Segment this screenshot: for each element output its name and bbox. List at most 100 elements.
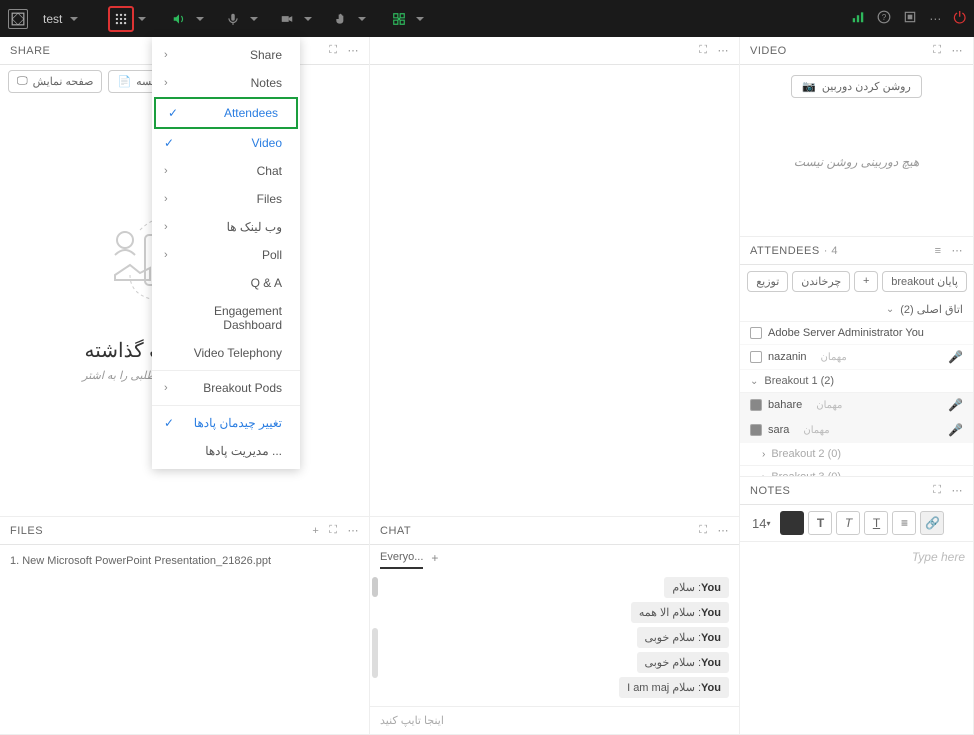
- chat-add-tab-icon[interactable]: +: [431, 551, 438, 569]
- checkbox-icon[interactable]: [750, 424, 762, 436]
- dd-weblinks[interactable]: ›وب لینک ها: [152, 213, 300, 241]
- mic-caret-icon[interactable]: [250, 17, 258, 21]
- chat-scroll-up[interactable]: [372, 577, 378, 597]
- layouts-caret-icon[interactable]: [138, 17, 146, 21]
- att-view-icon[interactable]: ≡: [935, 245, 942, 257]
- breakout1-group[interactable]: ⌄Breakout 1 (2): [740, 370, 973, 393]
- attendee-row[interactable]: sara مهمان 🎤: [740, 418, 973, 443]
- add-breakout-button[interactable]: +: [854, 271, 878, 292]
- dd-notes[interactable]: ›Notes: [152, 69, 300, 97]
- attendees-header: ATTENDEES: [750, 245, 820, 257]
- bullets-button[interactable]: ≡: [892, 511, 916, 535]
- pods-dropdown: ›Share ›Notes ✓Attendees ✓Video ›Chat ›F…: [152, 37, 300, 469]
- notes-max-icon[interactable]: ⛶: [933, 484, 941, 497]
- underline-button[interactable]: T: [864, 511, 888, 535]
- doc-icon: 📄: [117, 75, 131, 88]
- more-icon[interactable]: ⋯: [929, 12, 941, 26]
- dd-change-layout[interactable]: ✓تغییر چیدمان پادها: [152, 409, 300, 437]
- help-icon[interactable]: ?: [877, 10, 891, 27]
- breakout2-group[interactable]: ›Breakout 2 (0): [740, 443, 973, 466]
- share-pod-menu-icon[interactable]: ⋯: [348, 44, 360, 57]
- chat-input[interactable]: اینجا تایپ کنید: [370, 706, 739, 734]
- layouts-button[interactable]: [108, 6, 134, 32]
- mic-icon: 🎤: [948, 398, 963, 412]
- files-header: FILES: [10, 525, 43, 537]
- files-pod: FILES + ⛶ ⋯ 1. New Microsoft PowerPoint …: [0, 517, 370, 735]
- italic-button[interactable]: T: [836, 511, 860, 535]
- camera-button[interactable]: [274, 6, 300, 32]
- share-header: SHARE: [10, 45, 50, 57]
- speaker-button[interactable]: [166, 6, 192, 32]
- meeting-title[interactable]: test: [43, 12, 78, 26]
- dd-video[interactable]: ✓Video: [152, 129, 300, 157]
- main-room-group[interactable]: اتاق اصلی (2)⌄: [740, 298, 973, 322]
- font-size-select[interactable]: 14 ▾: [746, 511, 776, 535]
- start-camera-button[interactable]: روشن کردن دوربین 📷: [791, 75, 922, 98]
- end-breakout-button[interactable]: پایان breakout: [882, 271, 967, 292]
- camera-caret-icon[interactable]: [304, 17, 312, 21]
- attendees-pod: ATTENDEES · 4 ≡ ⋯ پایان breakout + چرخان…: [740, 237, 974, 477]
- screen-icon: 🖵: [17, 75, 28, 88]
- svg-text:?: ?: [882, 13, 887, 22]
- chat-message: You: سلام الا همه: [631, 602, 729, 623]
- files-add-icon[interactable]: +: [312, 525, 319, 537]
- notes-pod: NOTES ⛶ ⋯ 14 ▾ T T T ≡ 🔗 Type here: [740, 477, 974, 735]
- dd-breakout-pods[interactable]: ›Breakout Pods: [152, 374, 300, 402]
- chat-tab-everyone[interactable]: Everyo...: [380, 551, 423, 569]
- share2-menu-icon[interactable]: ⋯: [718, 44, 730, 57]
- dd-share[interactable]: ›Share: [152, 41, 300, 69]
- end-meeting-icon[interactable]: ⏻: [953, 10, 966, 28]
- speaker-caret-icon[interactable]: [196, 17, 204, 21]
- rotate-button[interactable]: چرخاندن: [792, 271, 850, 292]
- dd-poll[interactable]: ›Poll: [152, 241, 300, 269]
- dd-files[interactable]: ›Files: [152, 185, 300, 213]
- app-logo[interactable]: [8, 9, 28, 29]
- camera-icon: 📷: [802, 80, 816, 93]
- mic-button[interactable]: [220, 6, 246, 32]
- notes-header: NOTES: [750, 485, 790, 497]
- breakout3-group[interactable]: ›Breakout 3 (0): [740, 466, 973, 476]
- hand-caret-icon[interactable]: [358, 17, 366, 21]
- dd-chat[interactable]: ›Chat: [152, 157, 300, 185]
- bold-button[interactable]: T: [808, 511, 832, 535]
- font-color-button[interactable]: [780, 511, 804, 535]
- breakout-caret-icon[interactable]: [416, 17, 424, 21]
- attendee-row[interactable]: nazanin مهمان 🎤: [740, 345, 973, 370]
- fullscreen-icon[interactable]: [903, 10, 917, 27]
- distribute-button[interactable]: توزیع: [747, 271, 788, 292]
- dd-attendees[interactable]: ✓Attendees: [154, 97, 298, 129]
- notes-textarea[interactable]: Type here: [740, 542, 973, 734]
- attendee-row[interactable]: Adobe Server Administrator You: [740, 322, 973, 345]
- checkbox-icon[interactable]: [750, 399, 762, 411]
- chat-scrollbar[interactable]: [372, 628, 378, 678]
- file-item[interactable]: 1. New Microsoft PowerPoint Presentation…: [10, 555, 359, 567]
- video-empty-msg: هیچ دوربینی روشن نیست: [794, 155, 919, 169]
- dd-telephony[interactable]: Video Telephony: [152, 339, 300, 367]
- video-header: VIDEO: [750, 45, 787, 57]
- video-pod: VIDEO ⛶ ⋯ روشن کردن دوربین 📷 هیچ دوربینی…: [740, 37, 974, 237]
- checkbox-icon[interactable]: [750, 327, 762, 339]
- share-tab-screen[interactable]: 🖵 صفحه نمایش: [8, 70, 102, 93]
- files-max-icon[interactable]: ⛶: [329, 524, 337, 537]
- files-menu-icon[interactable]: ⋯: [348, 524, 360, 537]
- chat-max-icon[interactable]: ⛶: [699, 524, 707, 537]
- checkbox-icon[interactable]: [750, 351, 762, 363]
- dd-engagement[interactable]: Engagement Dashboard: [152, 297, 300, 339]
- dd-manage-pods[interactable]: مدیریت پادها ...: [152, 437, 300, 465]
- chat-menu-icon[interactable]: ⋯: [718, 524, 730, 537]
- attendee-row[interactable]: bahare مهمان 🎤: [740, 393, 973, 418]
- att-menu-icon[interactable]: ⋯: [952, 244, 964, 257]
- title-text: test: [43, 12, 62, 26]
- breakout-button[interactable]: [386, 6, 412, 32]
- share-pod-max-icon[interactable]: ⛶: [329, 44, 337, 57]
- connection-icon: [851, 10, 865, 27]
- chat-message: You: سلام خوبی: [637, 652, 729, 673]
- video-max-icon[interactable]: ⛶: [933, 44, 941, 57]
- link-button[interactable]: 🔗: [920, 511, 944, 535]
- dd-qa[interactable]: Q & A: [152, 269, 300, 297]
- share2-max-icon[interactable]: ⛶: [699, 44, 707, 57]
- raise-hand-button[interactable]: [328, 6, 354, 32]
- notes-menu-icon[interactable]: ⋯: [952, 484, 964, 497]
- attendees-count: · 4: [824, 245, 838, 257]
- video-menu-icon[interactable]: ⋯: [952, 44, 964, 57]
